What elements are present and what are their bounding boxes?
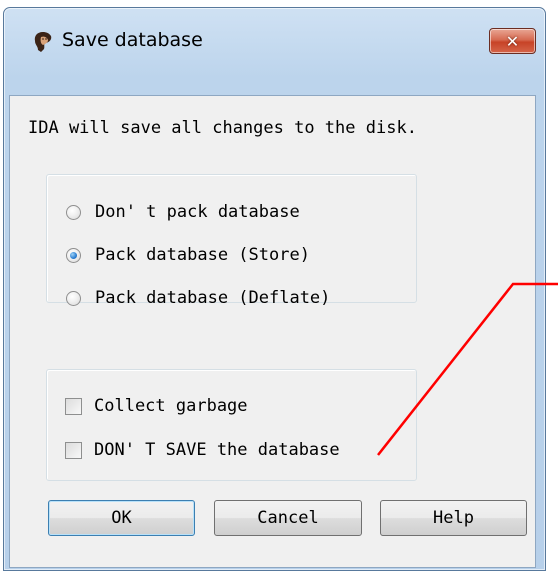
radio-button-checked-icon[interactable] [66,247,81,263]
save-message: IDA will save all changes to the disk. [28,118,417,138]
radio-dont-pack[interactable]: Don' t pack database [66,202,300,222]
checkbox-collect-garbage[interactable]: Collect garbage [65,396,248,416]
radio-label: Pack database (Deflate) [95,288,331,308]
dialog-client-area [9,95,536,568]
radio-button-icon[interactable] [66,204,81,220]
radio-label: Pack database (Store) [95,245,310,265]
checkbox-icon[interactable] [65,441,82,459]
ok-button[interactable]: OK [48,500,195,536]
radio-label: Don' t pack database [95,202,300,222]
checkbox-label: Collect garbage [94,396,248,416]
close-icon: ✕ [505,31,520,51]
checkbox-label: DON' T SAVE the database [94,440,340,460]
title-bar[interactable]: Save database ✕ [4,8,545,60]
dialog-title: Save database [62,29,203,51]
checkbox-dont-save[interactable]: DON' T SAVE the database [65,440,340,460]
close-button[interactable]: ✕ [489,28,536,54]
extra-options-group [46,369,417,481]
radio-button-icon[interactable] [66,290,81,306]
cancel-button[interactable]: Cancel [214,500,362,536]
radio-pack-store[interactable]: Pack database (Store) [66,245,310,265]
radio-pack-deflate[interactable]: Pack database (Deflate) [66,288,330,308]
screenshot-stage: Save database ✕ IDA will save all change… [0,0,558,572]
pack-options-group [46,174,417,303]
help-button[interactable]: Help [380,500,527,536]
checkbox-icon[interactable] [65,397,82,415]
ida-app-icon [34,32,52,52]
